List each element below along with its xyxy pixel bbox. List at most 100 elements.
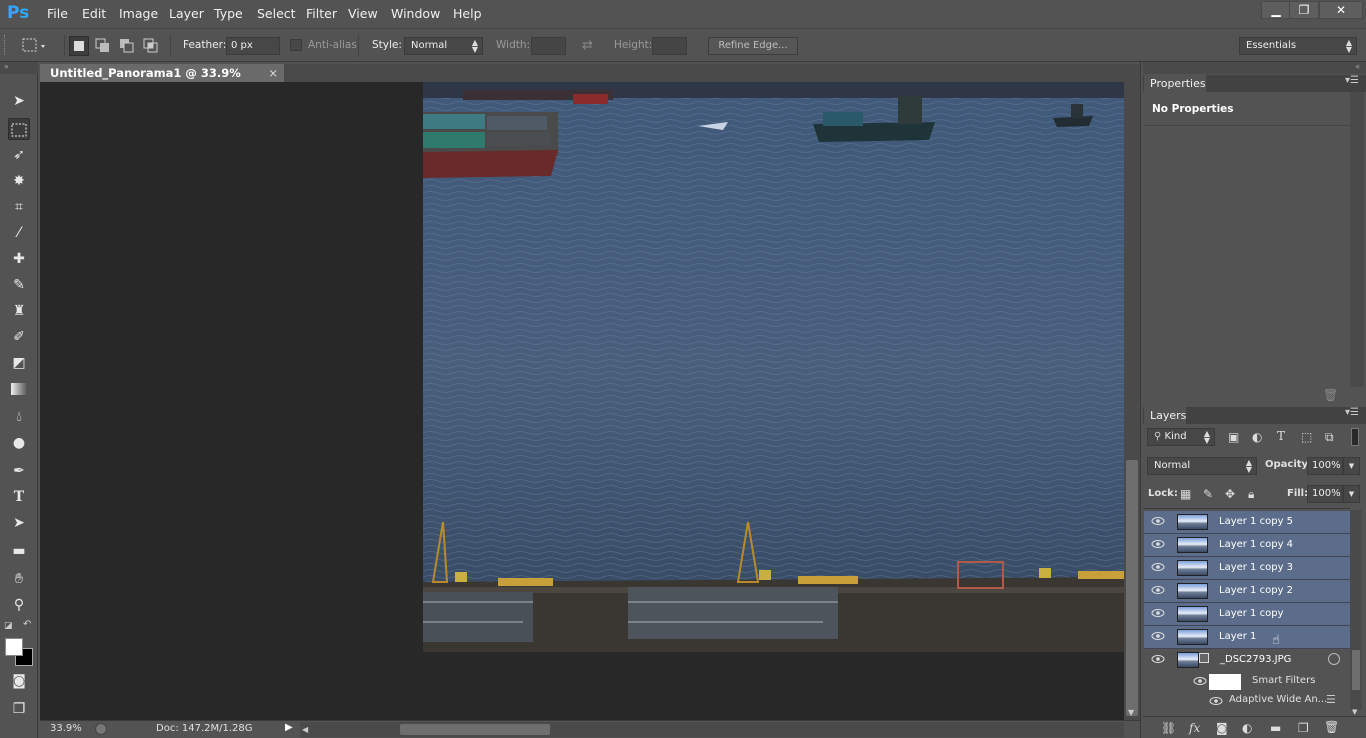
visibility-eye-icon[interactable] [1151,516,1165,528]
history-brush-tool-icon[interactable]: ✐ [8,326,30,348]
menu-window[interactable]: Window [391,6,440,21]
default-colors-icon[interactable]: ◪ [4,621,13,631]
style-dropdown[interactable]: Normal ▲ ▼ [404,37,483,55]
intersect-selection-icon[interactable] [141,36,161,56]
layer-row[interactable]: Layer 1 copy 5 [1144,511,1350,534]
menu-help[interactable]: Help [453,6,482,21]
eyedropper-tool-icon[interactable]: ⁄ [8,222,30,244]
layer-filter-dropdown[interactable]: ⚲ Kind ▲ ▼ [1147,428,1215,446]
feather-input[interactable]: 0 px [226,37,280,55]
foreground-color-swatch[interactable] [5,638,23,656]
add-mask-icon[interactable]: ◙ [1216,721,1228,735]
vertical-scroll-thumb[interactable] [1126,460,1138,716]
new-layer-icon[interactable]: ❐ [1298,721,1309,735]
lasso-tool-icon[interactable]: ➶ [8,144,30,166]
status-info-icon[interactable] [95,723,107,735]
smart-filters-row[interactable]: Smart Filters [1144,672,1350,692]
opacity-input[interactable]: 100% [1307,457,1343,475]
screen-mode-icon[interactable]: ❐ [8,698,30,720]
menu-view[interactable]: View [348,6,378,21]
visibility-eye-icon[interactable] [1151,608,1165,620]
properties-scrollbar[interactable] [1350,92,1364,387]
document-tab[interactable]: Untitled_Panorama1 @ 33.9% (RGB/8*) * × [40,64,284,98]
filter-blending-options-icon[interactable]: ☰ [1326,693,1336,706]
height-input[interactable] [652,37,687,55]
zoom-tool-icon[interactable]: ⚲ [8,594,30,616]
blur-tool-icon[interactable]: 💧︎ [8,406,30,428]
layers-scrollbar[interactable] [1350,510,1362,710]
lock-position-icon[interactable]: ✥ [1225,487,1235,501]
visibility-eye-icon[interactable] [1151,631,1165,643]
dodge-tool-icon[interactable]: ● [8,432,30,454]
scroll-left-icon[interactable]: ◀ [302,725,308,734]
menu-layer[interactable]: Layer [169,6,204,21]
collapse-panels-icon[interactable]: « [1143,62,1366,74]
swap-dimensions-icon[interactable]: ⇄ [582,38,593,53]
add-to-selection-icon[interactable] [93,36,113,56]
status-menu-arrow-icon[interactable]: ▶ [285,722,293,733]
lock-transparent-pixels-icon[interactable]: ▦ [1180,487,1191,501]
clone-stamp-tool-icon[interactable]: ♜ [8,300,30,322]
layers-menu-icon[interactable]: ▾☰ [1345,407,1359,418]
layers-scroll-thumb[interactable] [1352,650,1360,690]
refine-edge-button[interactable]: Refine Edge... [708,37,798,55]
restore-button[interactable]: ❐ [1289,1,1319,19]
hand-tool-icon[interactable]: ✋︎ [8,568,30,590]
rectangular-marquee-tool-icon[interactable] [8,118,30,140]
smart-filter-item-row[interactable]: Adaptive Wide An... ☰ [1144,692,1350,710]
layer-row[interactable]: Layer 1 copy 3 [1144,557,1350,580]
eraser-tool-icon[interactable]: ◩ [8,352,30,374]
visibility-eye-icon[interactable] [1151,539,1165,551]
layer-style-fx-icon[interactable]: fx [1189,721,1200,735]
horizontal-scroll-thumb[interactable] [400,724,550,735]
properties-menu-icon[interactable]: ▾☰ [1345,75,1359,86]
brush-tool-icon[interactable]: ✎ [8,274,30,296]
subtract-from-selection-icon[interactable] [117,36,137,56]
delete-layer-icon[interactable]: 🗑︎ [1324,720,1339,734]
close-document-icon[interactable]: × [268,64,278,82]
move-tool-icon[interactable]: ➤ [8,90,30,112]
grip-handle[interactable] [4,35,7,55]
menu-image[interactable]: Image [119,6,158,21]
blend-mode-dropdown[interactable]: Normal ▲ ▼ [1147,457,1257,475]
healing-brush-tool-icon[interactable]: ✚ [8,248,30,270]
fill-dropdown-icon[interactable]: ▼ [1343,485,1360,503]
zoom-level[interactable]: 33.9% [50,723,82,734]
visibility-eye-icon[interactable] [1209,696,1223,709]
filter-type-icon[interactable]: T [1277,429,1285,443]
menu-file[interactable]: File [47,6,68,21]
vertical-scrollbar[interactable]: ▼ [1124,82,1140,720]
opacity-dropdown-icon[interactable]: ▼ [1343,457,1360,475]
trash-icon[interactable]: 🗑︎ [1323,388,1338,402]
filter-pixel-icon[interactable]: ▣ [1228,430,1239,444]
type-tool-icon[interactable]: T [8,486,30,508]
filter-adjustment-icon[interactable]: ◐ [1252,430,1262,444]
horizontal-scrollbar[interactable]: ◀ [300,722,1124,737]
lock-image-pixels-icon[interactable]: ✎ [1203,487,1213,501]
layer-row[interactable]: Layer 1 copy 4 [1144,534,1350,557]
link-layers-icon[interactable]: ⛓ [1161,721,1176,735]
visibility-eye-icon[interactable] [1151,562,1165,574]
layer-row[interactable]: Layer 1 copy [1144,603,1350,626]
close-button[interactable]: ✕ [1319,1,1363,19]
visibility-eye-icon[interactable] [1193,676,1207,689]
path-selection-tool-icon[interactable]: ➤ [8,512,30,534]
pen-tool-icon[interactable]: ✒ [8,460,30,482]
crop-tool-icon[interactable]: ⌗ [8,196,30,218]
scroll-down-icon[interactable]: ▼ [1352,708,1357,716]
filter-smart-object-icon[interactable]: ⧉ [1325,430,1334,445]
new-selection-icon[interactable] [69,36,89,56]
width-input[interactable] [531,37,566,55]
menu-edit[interactable]: Edit [82,6,106,21]
minimize-button[interactable]: ▁ [1261,1,1291,19]
new-group-icon[interactable]: ▬ [1270,721,1281,735]
swap-colors-icon[interactable]: ↶ [23,619,31,630]
workspace-dropdown[interactable]: Essentials ▲ ▼ [1239,37,1357,55]
quick-mask-icon[interactable]: ◙ [8,670,30,692]
layer-row[interactable]: Layer 1 copy 2 [1144,580,1350,603]
menu-type[interactable]: Type [214,6,243,21]
antialias-checkbox[interactable] [290,39,302,51]
smart-filters-indicator-icon[interactable] [1328,653,1340,665]
scroll-down-icon[interactable]: ▼ [1128,708,1134,717]
document-canvas[interactable] [423,82,1124,652]
